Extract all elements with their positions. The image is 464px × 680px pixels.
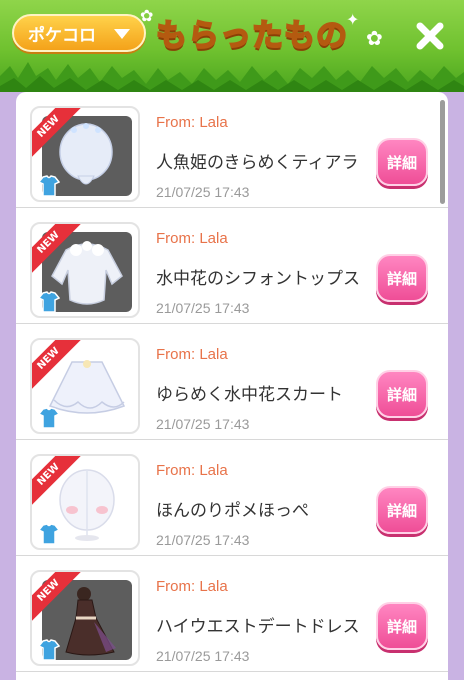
- scrollbar[interactable]: [440, 100, 445, 204]
- tiara-icon: [59, 123, 113, 185]
- page-title: もらったもの: [155, 17, 348, 55]
- item-name: ハイウエストデートドレス: [156, 617, 360, 637]
- clothing-category-icon: [38, 407, 60, 429]
- received-date: 21/07/25 17:43: [156, 184, 250, 200]
- list-item: NEW From: Lala 水中花のシフォントップス 21/07/25 17:…: [16, 208, 448, 324]
- sender-label: From: Lala: [156, 230, 228, 247]
- chevron-down-icon: [114, 29, 130, 39]
- list-item: NEW From: Lala ゆらめく水中花スカート 21/07/25 17:4…: [16, 324, 448, 440]
- item-name: ゆらめく水中花スカート: [156, 385, 343, 405]
- item-thumbnail[interactable]: NEW: [30, 570, 140, 666]
- received-items-list[interactable]: NEW From: Lala 人魚姫のきらめくティアラ 21/07/25 17:…: [16, 92, 448, 680]
- sender-label: From: Lala: [156, 346, 228, 363]
- sparkle-icon: ✿: [366, 26, 383, 50]
- close-icon[interactable]: [412, 18, 448, 54]
- dress-icon: [65, 587, 116, 656]
- cheek-icon: [59, 469, 115, 541]
- item-name: 人魚姫のきらめくティアラ: [156, 153, 359, 173]
- list-item: NEW From: Lala ほんのりポメほっぺ 21/07/25 17:43 …: [16, 440, 448, 556]
- item-thumbnail[interactable]: NEW: [30, 454, 140, 550]
- clothing-category-icon: [38, 291, 60, 313]
- sparkle-icon: ✦: [346, 10, 360, 29]
- received-date: 21/07/25 17:43: [156, 300, 250, 316]
- dropdown-label: ポケコロ: [28, 25, 96, 46]
- item-thumbnail[interactable]: NEW: [30, 106, 140, 202]
- detail-button[interactable]: 詳細: [376, 370, 428, 418]
- sender-label: From: Lala: [156, 114, 228, 131]
- item-name: 水中花のシフォントップス: [156, 269, 360, 289]
- category-dropdown[interactable]: ポケコロ: [12, 14, 146, 52]
- header-bar: ポケコロ もらったもの ✿ ✦ ✿: [0, 0, 464, 92]
- list-item: NEW From: Lala ハイウエストデートドレス 21/07/25 17:…: [16, 556, 448, 672]
- sparkle-icon: ✿: [140, 6, 154, 25]
- received-date: 21/07/25 17:43: [156, 648, 250, 664]
- clothing-category-icon: [38, 523, 60, 545]
- sender-label: From: Lala: [156, 462, 228, 479]
- item-thumbnail[interactable]: NEW: [30, 338, 140, 434]
- sender-label: From: Lala: [156, 578, 228, 595]
- grass-decoration: [0, 62, 464, 92]
- detail-button[interactable]: 詳細: [376, 602, 428, 650]
- received-date: 21/07/25 17:43: [156, 532, 250, 548]
- item-name: ほんのりポメほっぺ: [156, 501, 309, 521]
- clothing-category-icon: [38, 175, 60, 197]
- received-date: 21/07/25 17:43: [156, 416, 250, 432]
- detail-button[interactable]: 詳細: [376, 486, 428, 534]
- detail-button[interactable]: 詳細: [376, 254, 428, 302]
- clothing-category-icon: [38, 639, 60, 661]
- detail-button[interactable]: 詳細: [376, 138, 428, 186]
- list-item: NEW From: Lala 人魚姫のきらめくティアラ 21/07/25 17:…: [16, 92, 448, 208]
- item-thumbnail[interactable]: NEW: [30, 222, 140, 318]
